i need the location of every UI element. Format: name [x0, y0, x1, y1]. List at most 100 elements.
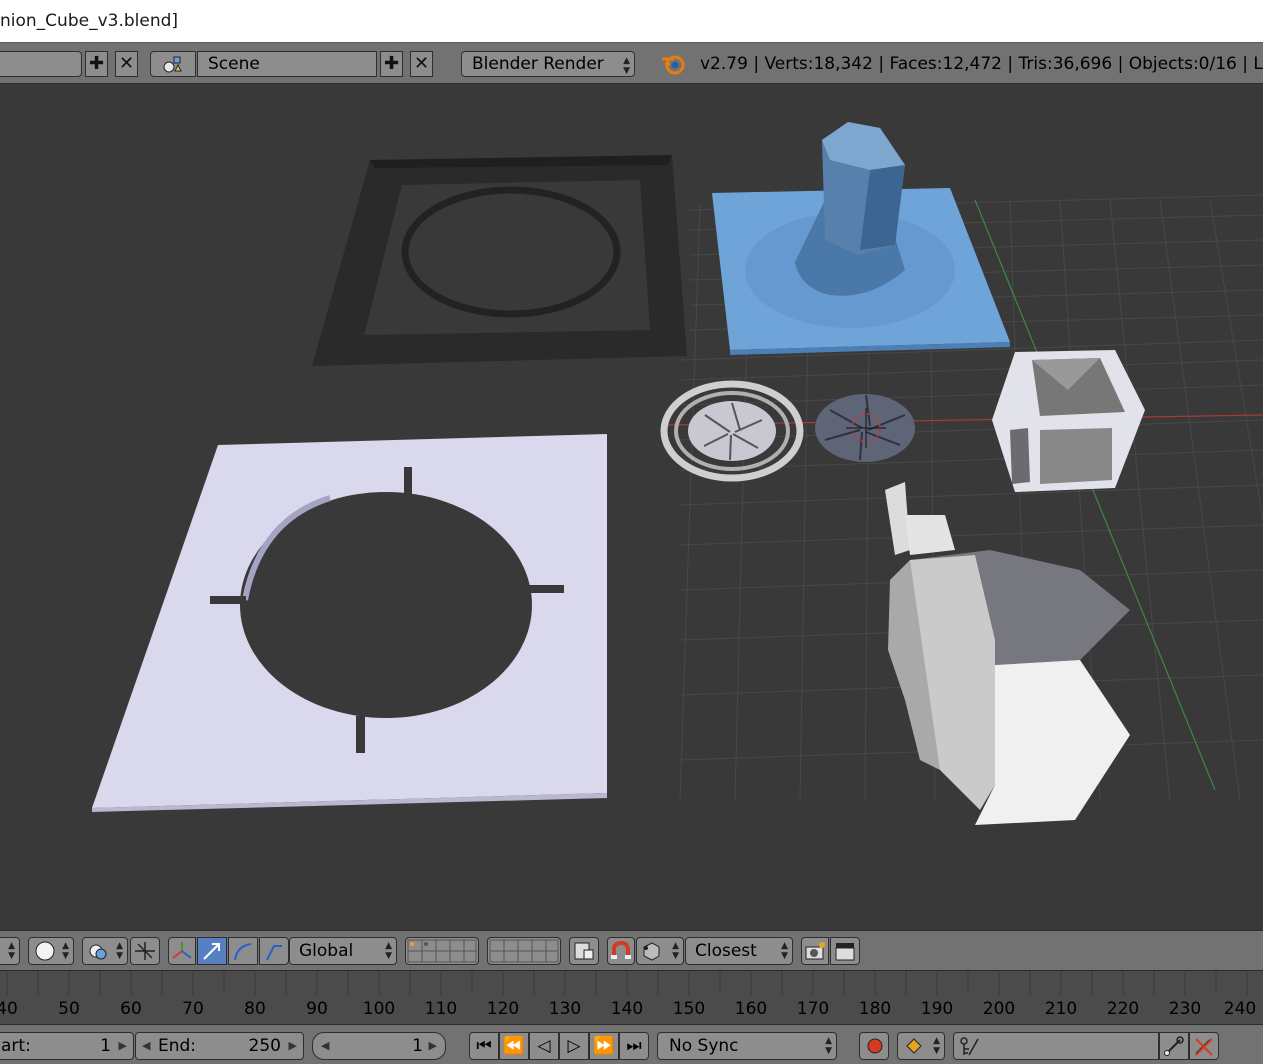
sync-mode-select[interactable]: No Sync ▲ ▼	[657, 1032, 837, 1060]
auto-keyframe-record-button[interactable]	[859, 1032, 889, 1060]
lock-camera-layers-button[interactable]	[569, 937, 599, 965]
current-frame-value: 1	[412, 1036, 423, 1056]
scene-selector-button[interactable]	[150, 51, 196, 77]
ruler-label: 70	[182, 999, 204, 1019]
play-reverse-icon: ◁	[537, 1036, 551, 1056]
interaction-mode-select[interactable]: ▲ ▼	[0, 937, 20, 965]
ruler-label: 160	[734, 999, 768, 1019]
add-screen-button[interactable]: ✚	[85, 51, 108, 77]
next-keyframe-icon: ⏩	[593, 1036, 615, 1056]
blender-logo-icon	[662, 55, 685, 75]
ruler-label: 80	[244, 999, 266, 1019]
jump-start-icon: ⏮	[476, 1036, 492, 1056]
plus-icon: ✚	[88, 53, 105, 74]
render-engine-select[interactable]: Blender Render ▲ ▼	[461, 51, 635, 77]
ruler-label: 210	[1044, 999, 1078, 1019]
increment-arrow-icon: ▶	[428, 1039, 437, 1052]
dropdown-arrows-icon: ▲ ▼	[385, 941, 392, 961]
pedestal-object[interactable]	[712, 122, 1010, 355]
timeline-ruler[interactable]: 40 50 60 70 80 90 100 110 120 130 140 15…	[0, 970, 1263, 1024]
start-frame-field[interactable]: art: 1 ▶	[0, 1032, 134, 1060]
viewport-shading-select[interactable]: ▲ ▼	[28, 937, 74, 965]
scale-icon	[266, 945, 282, 961]
render-engine-label: Blender Render	[472, 54, 604, 74]
manipulator-toggle[interactable]	[130, 937, 160, 965]
jump-to-previous-keyframe-button[interactable]: ⏪	[499, 1032, 529, 1060]
viewport-scene	[92, 122, 1263, 825]
scale-manipulator-button[interactable]	[259, 937, 289, 965]
ruler-label: 190	[920, 999, 954, 1019]
ruler-label: 50	[58, 999, 80, 1019]
ruler-label: 180	[858, 999, 892, 1019]
ruler-label: 140	[610, 999, 644, 1019]
keying-set-icon	[960, 1037, 979, 1056]
snap-toggle[interactable]	[607, 937, 635, 965]
snap-magnet-icon	[611, 940, 631, 959]
insert-key-icon	[1164, 1036, 1184, 1056]
rotate-manipulator-button[interactable]	[228, 937, 258, 965]
lock-layers-icon	[574, 942, 594, 960]
shading-sphere-icon	[35, 941, 55, 961]
scene-statistics: v2.79 | Verts:18,342 | Faces:12,472 | Tr…	[700, 54, 1263, 74]
screen-layout-field[interactable]	[0, 51, 82, 77]
jump-to-next-keyframe-button[interactable]: ⏩	[589, 1032, 619, 1060]
snap-target-label: Closest	[695, 941, 757, 961]
dropdown-arrows-icon: ▲ ▼	[116, 941, 123, 961]
transform-orientation-select[interactable]: Global ▲ ▼	[289, 937, 397, 965]
pivot-point-select[interactable]: ▲ ▼	[82, 937, 128, 965]
scene-layers-grid-2[interactable]	[487, 937, 561, 965]
delete-keyframe-button[interactable]	[1189, 1032, 1219, 1060]
plus-icon: ✚	[383, 53, 400, 74]
add-scene-button[interactable]: ✚	[380, 51, 403, 77]
3d-viewport[interactable]	[0, 84, 1263, 930]
ruler-label: 240	[1223, 999, 1257, 1019]
ruler-label: 220	[1106, 999, 1140, 1019]
portal-iris-object[interactable]	[815, 394, 915, 462]
start-frame-value: 1	[100, 1036, 111, 1056]
close-icon: ✕	[118, 53, 135, 74]
layers-icon	[407, 939, 477, 963]
dropdown-arrows-icon: ▲ ▼	[62, 941, 69, 961]
dropdown-arrows-icon: ▲ ▼	[8, 941, 15, 961]
increment-arrow-icon: ▶	[118, 1039, 127, 1052]
insert-keyframe-button[interactable]	[1159, 1032, 1189, 1060]
play-button[interactable]: ▷	[559, 1032, 589, 1060]
current-frame-field[interactable]: ◀ 1 ▶	[312, 1032, 446, 1060]
ruler-label: 120	[486, 999, 520, 1019]
window-title: nion_Cube_v3.blend]	[0, 0, 1263, 42]
translate-manipulator-button[interactable]	[197, 937, 227, 965]
jump-to-end-button[interactable]: ⏭	[619, 1032, 649, 1060]
info-header: ✚ ✕ Scene ✚ ✕ Blender Render ▲ ▼ v2.79 | …	[0, 42, 1263, 84]
ruler-label: 40	[0, 999, 18, 1019]
translate-widget-toggle[interactable]	[168, 937, 196, 965]
play-reverse-button[interactable]: ◁	[529, 1032, 559, 1060]
delete-key-icon	[1195, 1038, 1213, 1056]
scene-layers-grid[interactable]	[405, 937, 479, 965]
snap-element-select[interactable]: ▲ ▼	[636, 937, 684, 965]
clapper-icon	[835, 943, 855, 961]
move-arrow-icon	[203, 943, 220, 960]
opengl-render-button[interactable]	[801, 937, 829, 965]
delete-scene-button[interactable]: ✕	[410, 51, 433, 77]
end-frame-label: End:	[158, 1036, 197, 1056]
snap-target-select[interactable]: Closest ▲ ▼	[685, 937, 793, 965]
companion-cube-object[interactable]	[992, 350, 1145, 492]
scene-icon	[163, 56, 182, 73]
active-keying-set-field[interactable]	[953, 1032, 1159, 1060]
delete-screen-button[interactable]: ✕	[115, 51, 138, 77]
dark-frame-object[interactable]	[312, 155, 687, 366]
close-icon: ✕	[413, 53, 430, 74]
layers-icon	[489, 939, 559, 963]
opengl-render-animation-button[interactable]	[830, 937, 860, 965]
jump-to-start-button[interactable]: ⏮	[469, 1032, 499, 1060]
jump-end-icon: ⏭	[626, 1036, 642, 1056]
floor-panel-object[interactable]	[92, 434, 607, 812]
transform-orientation-label: Global	[299, 941, 354, 961]
portal-ring-object[interactable]	[660, 380, 804, 482]
ruler-label: 110	[424, 999, 458, 1019]
end-frame-field[interactable]: ◀ End: 250 ▶	[135, 1032, 304, 1060]
end-frame-value: 250	[248, 1036, 281, 1056]
render-camera-icon	[805, 942, 825, 960]
keying-set-select[interactable]: ▲ ▼	[897, 1032, 945, 1060]
scene-name-field[interactable]: Scene	[197, 51, 377, 77]
